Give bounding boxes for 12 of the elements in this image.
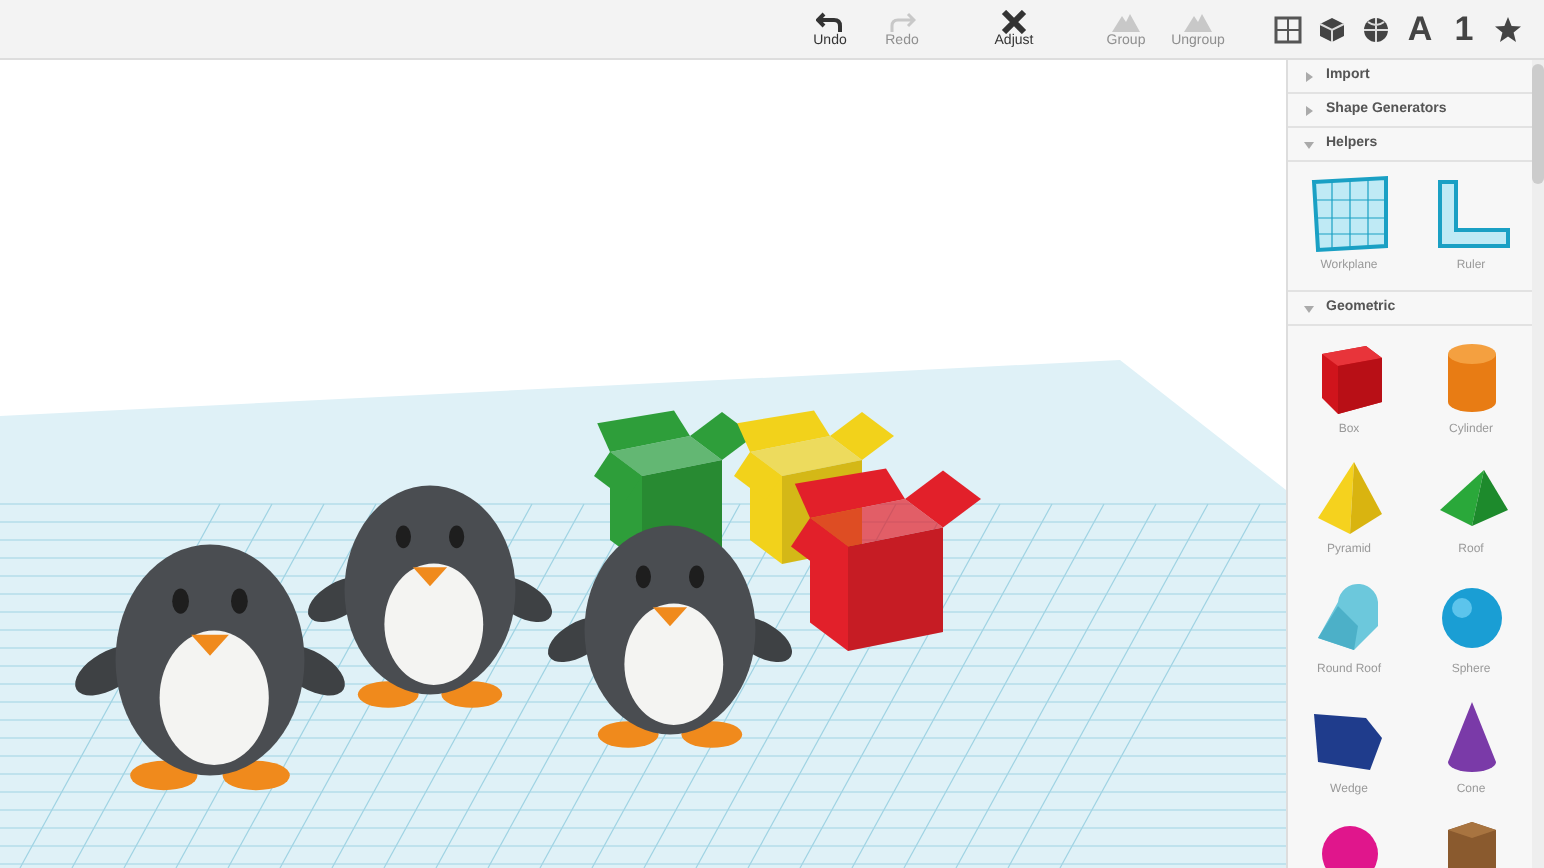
caret-right-icon	[1304, 71, 1314, 81]
view-button[interactable]: A	[1400, 7, 1440, 51]
scrollbar[interactable]	[1532, 60, 1544, 868]
view-button[interactable]: 1	[1444, 7, 1484, 51]
caret-right-icon	[1304, 105, 1314, 115]
redo-icon	[888, 9, 916, 33]
mountain-icon	[1112, 9, 1140, 33]
undo-icon	[816, 9, 844, 33]
caret-down-icon	[1304, 139, 1314, 149]
mountain-icon	[1184, 9, 1212, 33]
caret-down-icon	[1304, 303, 1314, 313]
cross-icon	[1000, 9, 1028, 33]
